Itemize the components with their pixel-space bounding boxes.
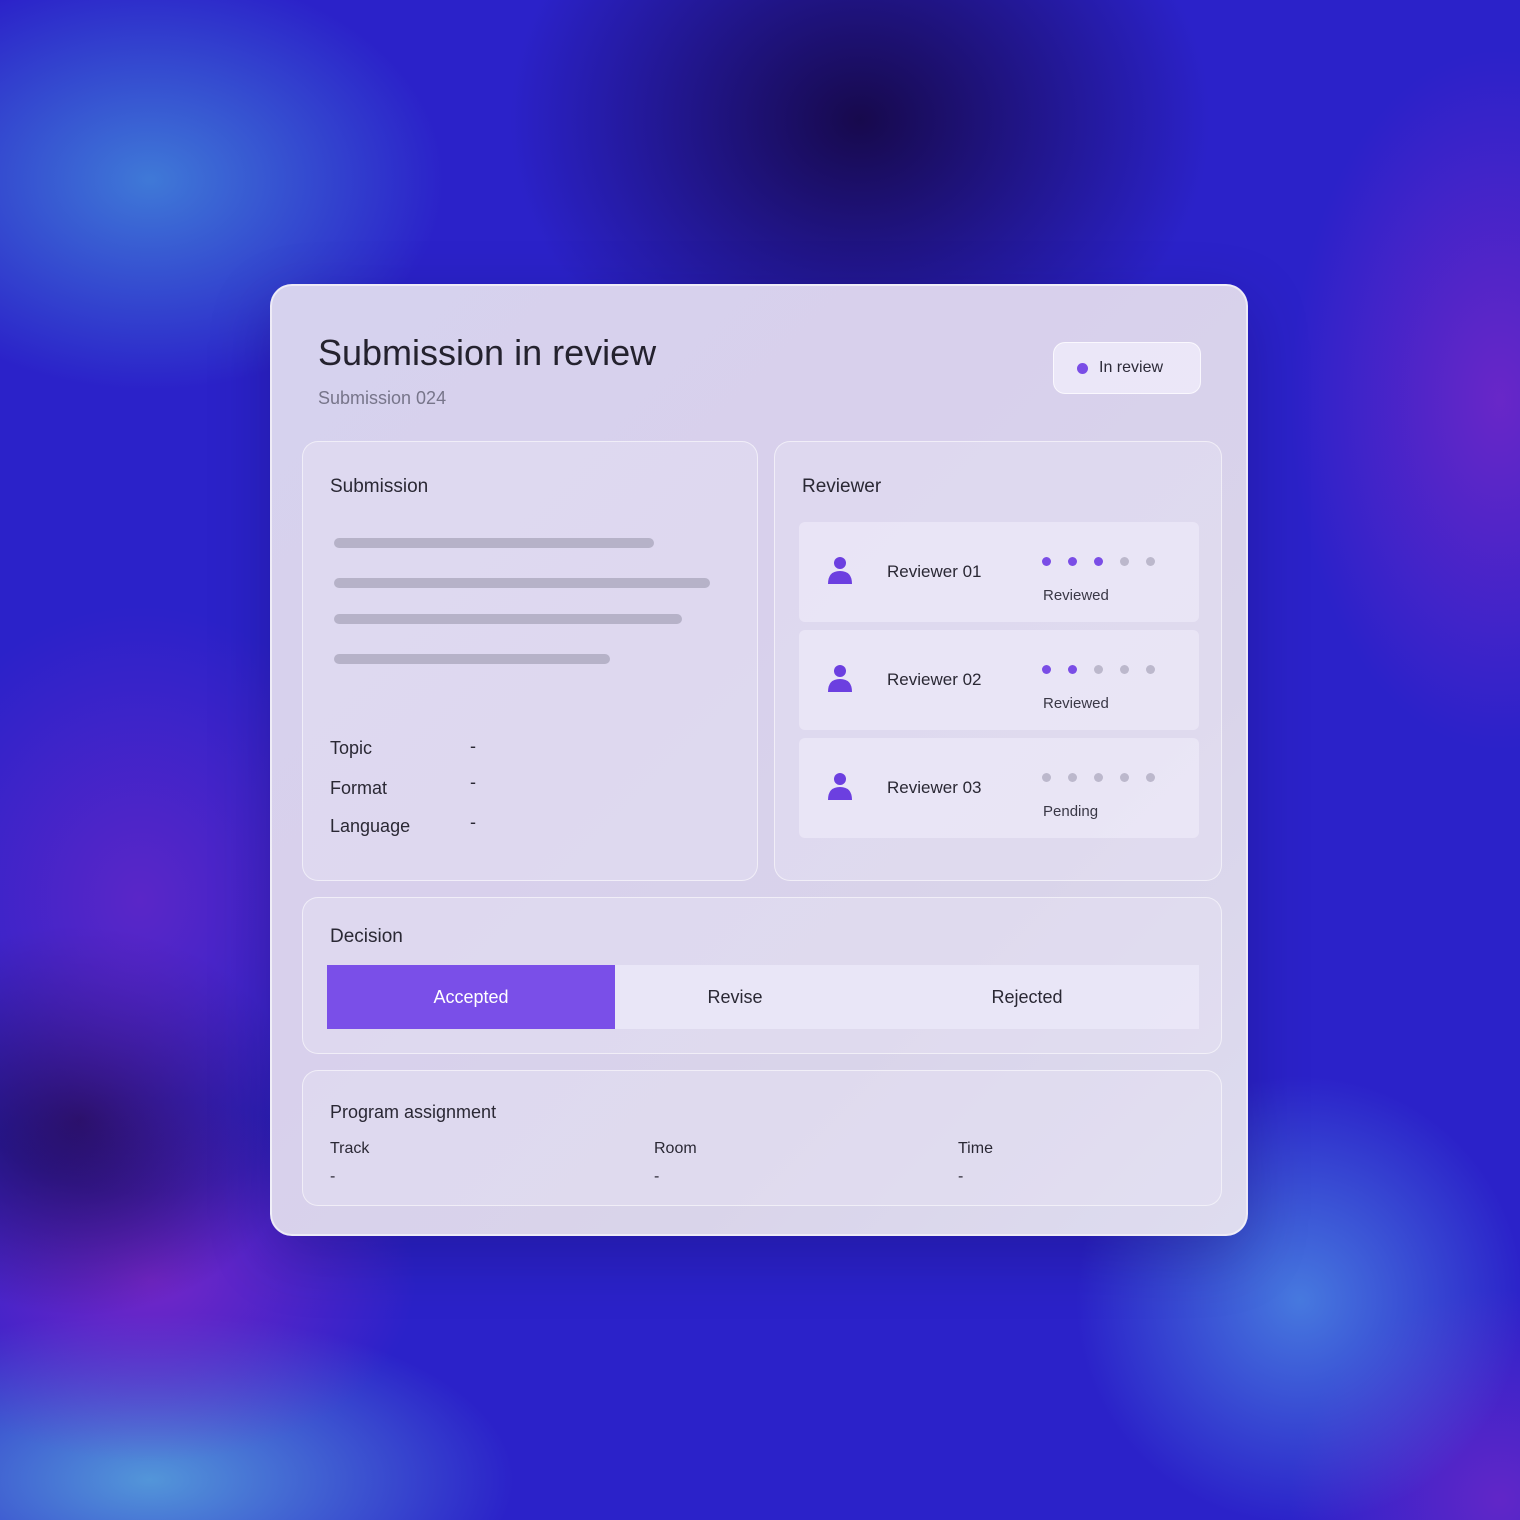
field-label-language: Language (330, 816, 411, 836)
progress-dot-empty (1120, 773, 1129, 782)
track-value: - (330, 1168, 336, 1185)
reviewer-name: Reviewer 01 (887, 562, 982, 581)
progress-dot-empty (1094, 773, 1103, 782)
field-value-topic: - (470, 736, 476, 756)
progress-dot-filled (1094, 557, 1103, 566)
time-value: - (958, 1168, 964, 1185)
person-icon (828, 773, 852, 800)
reviewer-panel: Reviewer Reviewer 01 Reviewed Reviewer 0… (774, 441, 1222, 881)
room-value: - (654, 1168, 660, 1185)
content-placeholder-line (334, 614, 682, 624)
status-badge-label: In review (1099, 359, 1164, 376)
person-icon (828, 557, 852, 584)
review-progress (1042, 557, 1155, 566)
field-label-topic: Topic (330, 738, 373, 758)
room-label: Room (654, 1140, 697, 1157)
decision-rejected-button[interactable]: Rejected (855, 965, 1199, 1029)
program-assignment-heading: Program assignment (330, 1102, 497, 1122)
person-icon (828, 665, 852, 692)
review-status: Pending (1043, 803, 1099, 820)
field-value-format: - (470, 772, 476, 792)
submission-heading: Submission (330, 476, 429, 497)
status-badge: In review (1053, 342, 1201, 394)
progress-dot-empty (1120, 557, 1129, 566)
status-dot-icon (1077, 362, 1088, 374)
review-status: Reviewed (1043, 587, 1109, 604)
progress-dot-empty (1042, 773, 1051, 782)
submission-review-card: Submission in review Submission 024 In r… (270, 284, 1248, 1236)
progress-dot-empty (1146, 773, 1155, 782)
reviewer-row[interactable]: Reviewer 03 Pending (799, 738, 1199, 838)
review-progress (1042, 665, 1155, 674)
reviewer-row[interactable]: Reviewer 02 Reviewed (799, 630, 1199, 730)
review-status: Reviewed (1043, 695, 1109, 712)
progress-dot-filled (1068, 665, 1077, 674)
progress-dot-filled (1068, 557, 1077, 566)
progress-dot-empty (1146, 665, 1155, 674)
reviewer-name: Reviewer 02 (887, 670, 982, 689)
track-label: Track (330, 1140, 370, 1157)
submission-id: Submission 024 (318, 388, 447, 408)
page-title: Submission in review (318, 332, 657, 373)
submission-panel: Submission Topic - Format - Language - (302, 441, 758, 881)
field-value-language: - (470, 812, 476, 832)
decision-heading: Decision (330, 926, 403, 947)
decision-panel: Decision Accepted Revise Rejected (302, 897, 1222, 1054)
decision-revise-button[interactable]: Revise (615, 965, 855, 1029)
content-placeholder-line (334, 654, 610, 664)
decision-accepted-button[interactable]: Accepted (327, 965, 615, 1029)
decision-segmented-control: Accepted Revise Rejected (327, 965, 1199, 1029)
progress-dot-empty (1120, 665, 1129, 674)
program-assignment-panel: Program assignment Track - Room - Time - (302, 1070, 1222, 1206)
field-label-format: Format (330, 778, 388, 798)
review-progress (1042, 773, 1155, 782)
reviewer-heading: Reviewer (802, 476, 882, 497)
progress-dot-empty (1068, 773, 1077, 782)
content-placeholder-line (334, 538, 654, 548)
progress-dot-filled (1042, 665, 1051, 674)
progress-dot-filled (1042, 557, 1051, 566)
content-placeholder-line (334, 578, 710, 588)
progress-dot-empty (1094, 665, 1103, 674)
reviewer-name: Reviewer 03 (887, 778, 982, 797)
progress-dot-empty (1146, 557, 1155, 566)
time-label: Time (958, 1140, 993, 1157)
reviewer-row[interactable]: Reviewer 01 Reviewed (799, 522, 1199, 622)
